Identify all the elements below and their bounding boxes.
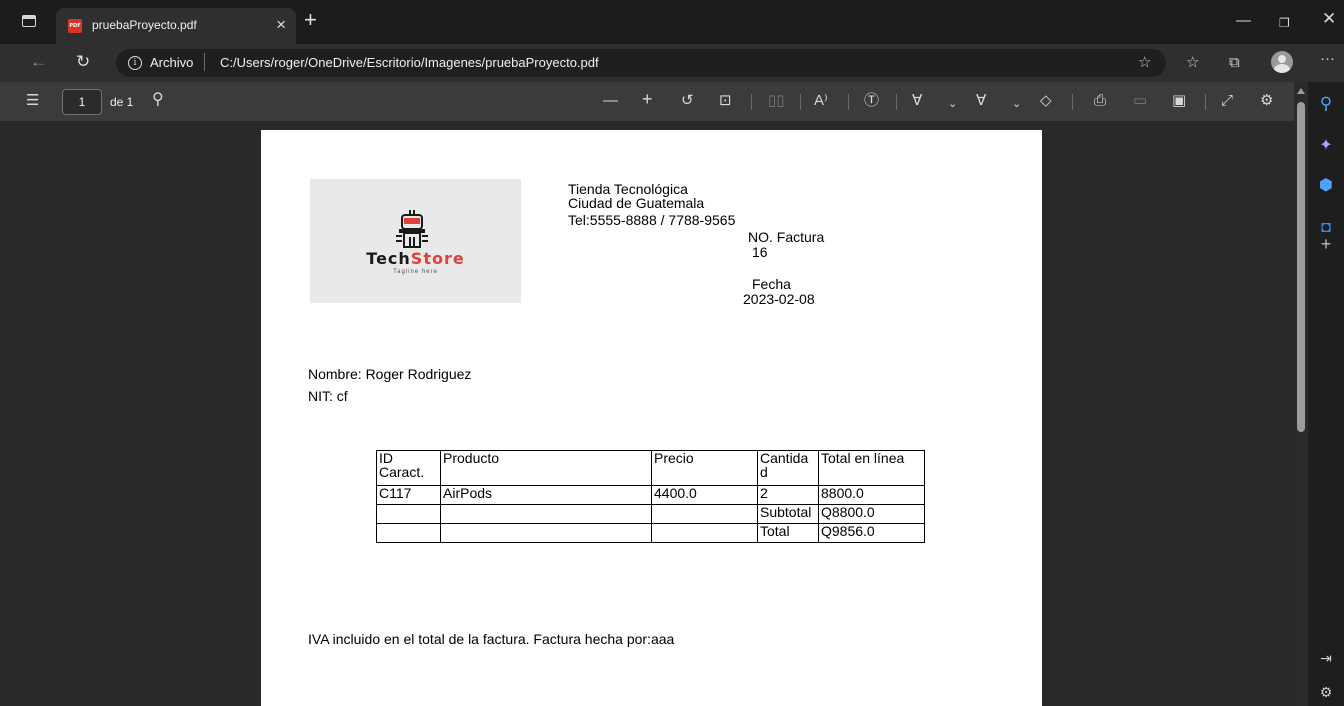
store-logo: TechStore Tagline here xyxy=(310,179,521,303)
draw-icon[interactable]: ∀ xyxy=(912,92,922,110)
zoom-in-icon[interactable]: + xyxy=(642,90,653,108)
header-cell: ID Caract. xyxy=(376,450,441,486)
zoom-out-icon[interactable]: — xyxy=(603,92,618,110)
customer-nit: NIT: cf xyxy=(308,388,348,404)
microsoft-365-icon[interactable]: ⬢ xyxy=(1308,176,1344,196)
tab-actions-icon[interactable] xyxy=(22,15,36,27)
sidebar-search-icon[interactable]: ⚲ xyxy=(1308,94,1344,114)
header-cell: Precio xyxy=(651,450,758,486)
pdf-favicon-icon: PDF xyxy=(68,19,82,33)
table-cell: C117 xyxy=(376,485,441,505)
table-cell: 4400.0 xyxy=(651,485,758,505)
table-cell xyxy=(440,523,652,543)
more-menu-icon[interactable]: ··· xyxy=(1320,50,1335,68)
close-window-button[interactable]: ✕ xyxy=(1322,10,1336,28)
collections-icon[interactable]: ⧉ xyxy=(1229,54,1240,72)
page-view-icon[interactable]: ▯▯ xyxy=(768,92,785,110)
hide-sidebar-icon[interactable]: ⇥ xyxy=(1308,648,1344,668)
refresh-icon[interactable]: ↻ xyxy=(76,52,90,72)
back-arrow-icon[interactable]: ← xyxy=(30,52,47,72)
store-phone: Tel:5555-8888 / 7788-9565 xyxy=(568,212,736,228)
table-row: Total Q9856.0 xyxy=(376,523,925,543)
header-cell: Cantida d xyxy=(757,450,819,486)
robot-logo-icon xyxy=(396,210,428,248)
fullscreen-icon[interactable]: ⤢ xyxy=(1221,92,1233,110)
table-cell xyxy=(651,523,758,543)
add-sidebar-app-icon[interactable]: + xyxy=(1308,234,1344,254)
table-cell: Total xyxy=(757,523,819,543)
table-cell xyxy=(440,504,652,524)
page-count: de 1 xyxy=(110,95,134,109)
store-city: Ciudad de Guatemala xyxy=(568,195,705,211)
tab-title: pruebaProyecto.pdf xyxy=(92,18,197,32)
table-row: C117 AirPods 4400.0 2 8800.0 xyxy=(376,485,925,505)
title-bar: PDF pruebaProyecto.pdf × + — ❐ ✕ xyxy=(0,0,1344,44)
search-icon[interactable]: ⚲ xyxy=(152,91,164,109)
text-box-icon[interactable]: Ⓣ xyxy=(864,92,879,110)
table-cell xyxy=(376,504,441,524)
table-cell xyxy=(376,523,441,543)
save-as-icon[interactable]: ▣ xyxy=(1172,92,1186,110)
url-text[interactable]: C:/Users/roger/OneDrive/Escritorio/Image… xyxy=(220,55,599,70)
edge-sidebar: ⚲ ✦ ⬢ ◘ + ⇥ ⚙ xyxy=(1308,82,1344,706)
customer-name: Nombre: Roger Rodriguez xyxy=(308,366,472,382)
invoice-number: 16 xyxy=(752,244,768,260)
restore-button[interactable]: ❐ xyxy=(1279,14,1290,32)
address-divider xyxy=(204,53,205,71)
table-of-contents-icon[interactable]: ☰ xyxy=(26,92,39,110)
copilot-icon[interactable]: ✦ xyxy=(1308,136,1344,156)
minimize-button[interactable]: — xyxy=(1236,12,1251,30)
draw-options-chevron-icon[interactable]: ⌄ xyxy=(948,95,957,113)
table-cell xyxy=(651,504,758,524)
highlight-icon[interactable]: ∀ xyxy=(976,92,986,110)
fit-page-icon[interactable]: ⊡ xyxy=(719,92,732,110)
scroll-thumb[interactable] xyxy=(1297,102,1305,432)
favorites-icon[interactable]: ☆ xyxy=(1186,54,1199,72)
settings-gear-icon[interactable]: ⚙ xyxy=(1260,92,1273,110)
invoice-table: ID Caract. Producto Precio Cantida d Tot… xyxy=(376,450,925,543)
close-tab-icon[interactable]: × xyxy=(276,15,286,35)
table-cell: Q9856.0 xyxy=(818,523,925,543)
sidebar-settings-icon[interactable]: ⚙ xyxy=(1308,682,1344,702)
scroll-up-arrow-icon[interactable] xyxy=(1297,88,1305,94)
pdf-toolbar: ☰ de 1 ⚲ — + ↺ ⊡ ▯▯ A⁾ Ⓣ ∀ ⌄ ∀ ⌄ ◇ ⎙ ▭ ▣… xyxy=(0,82,1294,122)
print-icon[interactable]: ⎙ xyxy=(1094,92,1106,110)
address-bar-row: ← ↻ i Archivo C:/Users/roger/OneDrive/Es… xyxy=(0,44,1344,82)
table-row: Subtotal Q8800.0 xyxy=(376,504,925,524)
invoice-label: NO. Factura xyxy=(748,229,825,245)
vertical-scrollbar[interactable] xyxy=(1294,82,1308,706)
profile-avatar[interactable] xyxy=(1271,51,1293,73)
active-tab[interactable]: PDF pruebaProyecto.pdf × xyxy=(56,8,296,44)
table-cell: AirPods xyxy=(440,485,652,505)
date-label: Fecha xyxy=(752,276,791,292)
table-cell: Q8800.0 xyxy=(818,504,925,524)
header-cell: Producto xyxy=(440,450,652,486)
rotate-icon[interactable]: ↺ xyxy=(681,92,694,110)
info-icon[interactable]: i xyxy=(128,56,142,70)
table-header-row: ID Caract. Producto Precio Cantida d Tot… xyxy=(376,450,925,486)
header-cell: Total en línea xyxy=(818,450,925,486)
table-cell: 8800.0 xyxy=(818,485,925,505)
pdf-page: TechStore Tagline here Tienda Tecnológic… xyxy=(261,130,1042,706)
date-value: 2023-02-08 xyxy=(743,291,815,307)
add-favorite-icon[interactable]: ☆ xyxy=(1138,54,1151,72)
new-tab-button[interactable]: + xyxy=(304,8,317,32)
table-cell: Subtotal xyxy=(757,504,819,524)
eraser-icon[interactable]: ◇ xyxy=(1040,92,1052,110)
address-bar[interactable]: i Archivo C:/Users/roger/OneDrive/Escrit… xyxy=(116,49,1166,77)
logo-tagline: Tagline here xyxy=(393,269,438,275)
table-cell: 2 xyxy=(757,485,819,505)
invoice-footer-note: IVA incluido en el total de la factura. … xyxy=(308,631,675,647)
logo-wordmark: TechStore xyxy=(366,249,465,268)
highlight-options-chevron-icon[interactable]: ⌄ xyxy=(1012,95,1021,113)
read-aloud-icon[interactable]: A⁾ xyxy=(814,92,828,110)
page-number-input[interactable] xyxy=(62,89,102,115)
address-label: Archivo xyxy=(150,55,194,70)
save-icon[interactable]: ▭ xyxy=(1133,92,1147,110)
